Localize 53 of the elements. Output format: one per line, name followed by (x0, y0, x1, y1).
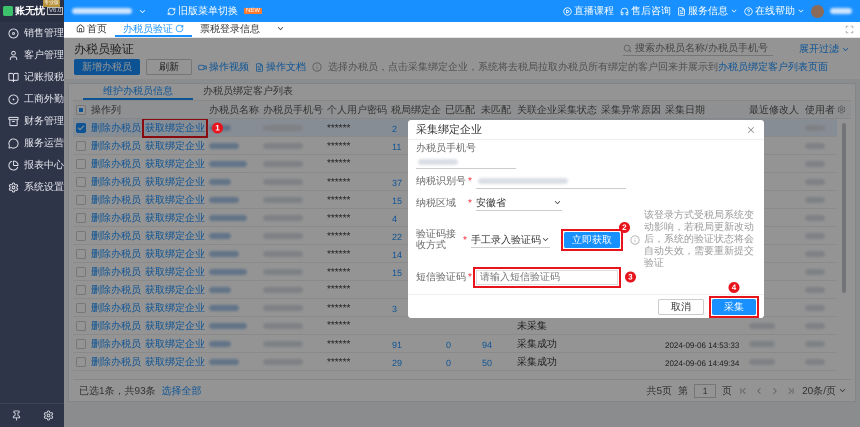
table-cell-text: 采集成功 (516, 356, 558, 369)
field-label: 办税员手机号 (416, 143, 477, 154)
column-header: 税局绑定企 (390, 104, 442, 116)
step-badge: 2 (618, 222, 630, 233)
table-cell-text: ****** (326, 338, 352, 350)
table-cell-text: ****** (326, 194, 352, 206)
column-header: 办税员名称 (208, 104, 260, 116)
table-cell-text: ****** (326, 176, 352, 188)
hint-text: 该登录方式受税局系统变动影响，若税局更新改动后，系统的验证状态将会自动失效，需要重新提交验证 (644, 210, 755, 270)
table-cell-text: ****** (326, 212, 352, 224)
column-header: 个人用户密码 (326, 104, 388, 116)
table-cell-text: 2024-09-06 14:49:34 (664, 359, 740, 368)
field-label: 验证码接收方式 (416, 229, 457, 251)
table-cell-text: ****** (326, 356, 352, 368)
table-cell-text: 未采集 (516, 320, 548, 332)
table-cell-text: ****** (326, 266, 352, 278)
dialog-title: 采集绑定企业 (416, 122, 482, 137)
table-cell-text: 2024-09-06 14:53:33 (664, 341, 740, 350)
table-cell-text: ****** (326, 140, 352, 152)
column-header: 采集日期 (664, 104, 706, 116)
field-label: 纳税识别号 (416, 176, 467, 186)
required-asterisk: * (468, 176, 472, 186)
table-cell-text: ****** (326, 320, 352, 331)
column-header: 操作列 (90, 104, 122, 116)
required-asterisk: * (463, 234, 467, 246)
step-badge: 3 (624, 272, 636, 282)
table-cell-text: ****** (326, 302, 352, 314)
page-label: 第 (678, 384, 688, 398)
step-badge: 4 (728, 282, 740, 292)
required-asterisk: * (468, 198, 472, 208)
column-header: 采集异常原因 (600, 104, 662, 116)
column-header: 办税员手机号 (262, 104, 324, 116)
table-cell-text: ****** (326, 284, 352, 295)
selection-count: 已选1条，共93条 (79, 384, 156, 398)
page-title: 办税员验证 (74, 42, 134, 56)
page-label: 页 (722, 384, 732, 398)
field-label: 纳税区域 (416, 198, 457, 208)
logo-text: 账无忧 (15, 5, 45, 18)
table-cell-text: ****** (326, 248, 352, 260)
table-cell-text: ****** (326, 230, 352, 242)
table-cell-text: ****** (326, 122, 352, 134)
column-header: 已匹配 (444, 104, 476, 116)
table-cell-text: ****** (326, 158, 352, 169)
column-header: 使用者 (804, 104, 836, 116)
step-badge: 1 (212, 122, 223, 134)
info-text: 选择办税员，点击采集绑定企业，系统将去税局拉取办税员所有绑定的客户回来并展示到办税员绑定客户列表页面 (328, 60, 828, 74)
column-header: 未匹配 (480, 104, 512, 116)
required-asterisk: * (468, 272, 472, 282)
field-label: 短信验证码 (416, 272, 467, 282)
page-count: 共5页 (646, 384, 672, 398)
table-cell-text: 采集成功 (516, 338, 558, 351)
column-header: 关联企业采集状态 (516, 104, 598, 116)
column-header: 最近修改人 (748, 104, 800, 116)
